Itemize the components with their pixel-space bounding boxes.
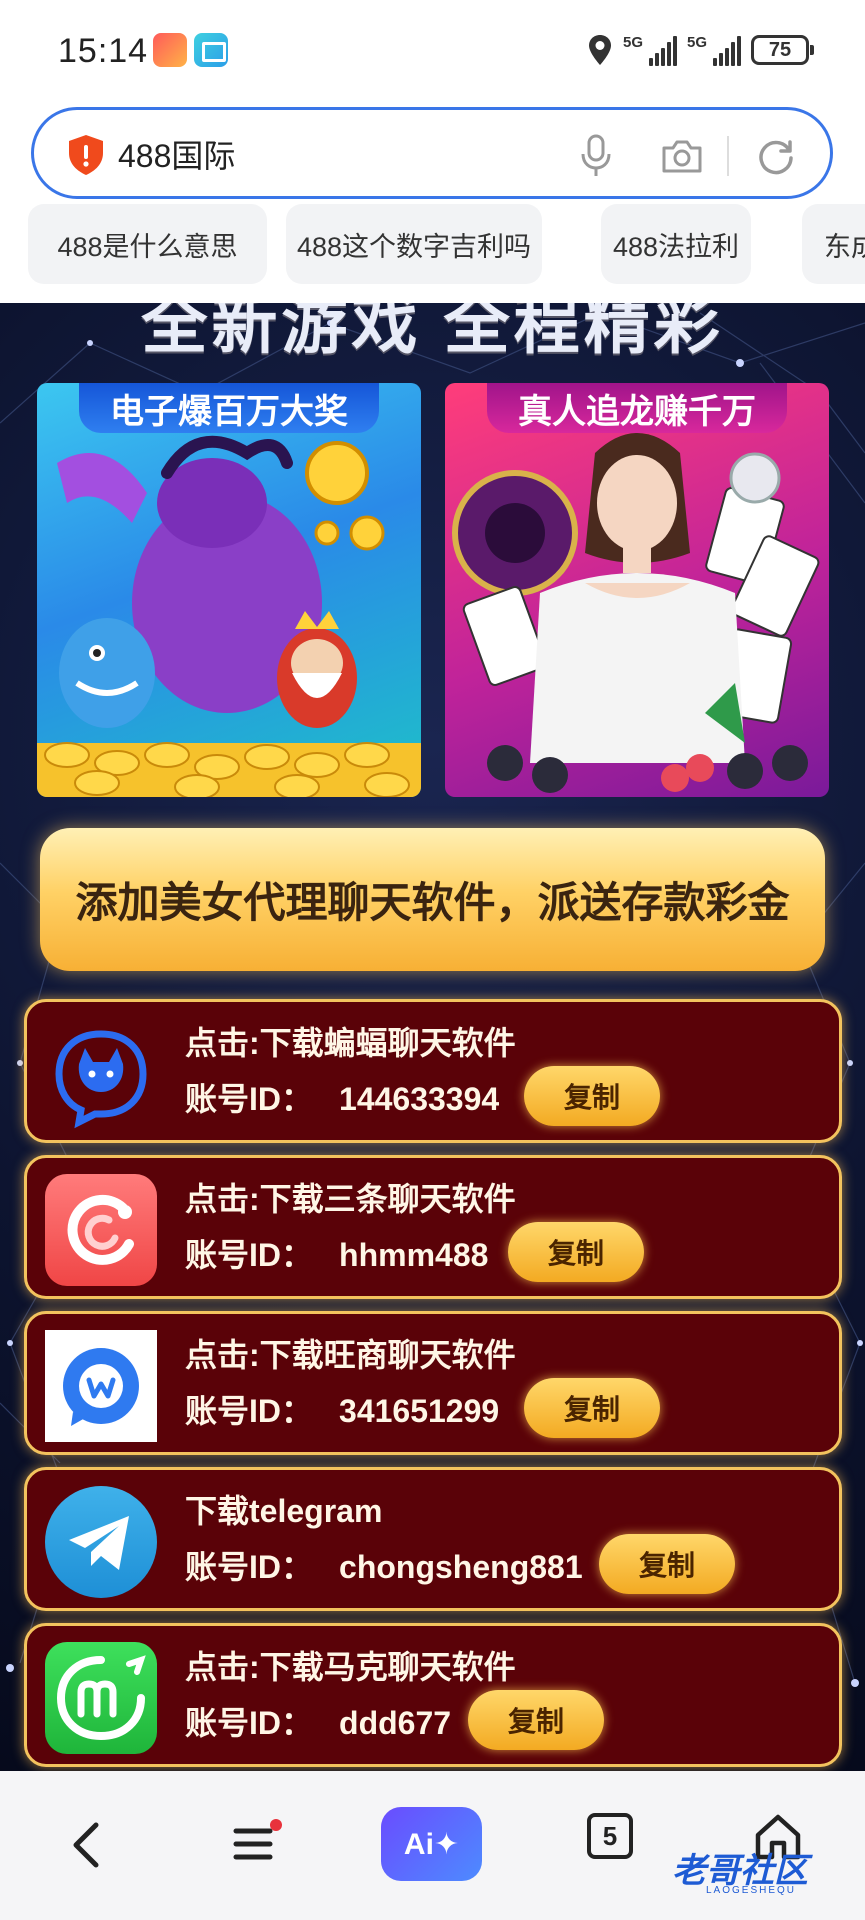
status-indicators: 5G 5G 75 bbox=[587, 34, 814, 66]
menu-icon[interactable] bbox=[232, 1819, 282, 1869]
back-icon[interactable] bbox=[68, 1821, 106, 1869]
search-bar[interactable] bbox=[31, 107, 833, 199]
location-icon bbox=[589, 35, 611, 65]
copy-button[interactable]: 复制 bbox=[508, 1222, 644, 1282]
promo-caption-live-casino: 真人追龙赚千万 bbox=[487, 383, 787, 433]
download-row-bat[interactable]: 点击:下载蝙蝠聊天软件 账号ID： 144633394 复制 bbox=[24, 999, 842, 1143]
promo-card-slots[interactable]: 电子爆百万大奖 bbox=[37, 383, 421, 797]
promo-caption-slots: 电子爆百万大奖 bbox=[79, 383, 379, 433]
signal-strength-2-icon: 5G bbox=[687, 34, 741, 66]
telegram-app-icon bbox=[45, 1486, 157, 1598]
row-account-id: 账号ID： 144633394 bbox=[185, 1081, 500, 1117]
row-account-id: 账号ID： ddd677 bbox=[185, 1705, 452, 1741]
download-row-telegram[interactable]: 下载telegram 账号ID： chongsheng881 复制 bbox=[24, 1467, 842, 1611]
row-title: 点击:下载旺商聊天软件 bbox=[185, 1337, 516, 1373]
bat-app-icon bbox=[45, 1018, 157, 1130]
copy-button[interactable]: 复制 bbox=[524, 1066, 660, 1126]
suggestion-chip[interactable]: 488是什么意思 bbox=[28, 204, 267, 284]
signal-strength-1-icon: 5G bbox=[623, 34, 677, 66]
download-row-make[interactable]: 点击:下载马克聊天软件 账号ID： ddd677 复制 bbox=[24, 1623, 842, 1767]
web-content: 全新游戏 全程精彩 电子爆百万大奖 真人追龙赚千万 添加美女代理聊天软件，派送存… bbox=[0, 303, 865, 1771]
row-account-id: 账号ID： 341651299 bbox=[185, 1393, 500, 1429]
refresh-icon[interactable] bbox=[756, 136, 796, 176]
row-title: 点击:下载马克聊天软件 bbox=[185, 1649, 516, 1685]
row-account-id: 账号ID： hhmm488 bbox=[185, 1237, 489, 1273]
notification-app-icon bbox=[153, 33, 187, 67]
santiao-app-icon bbox=[45, 1174, 157, 1286]
voice-search-icon[interactable] bbox=[578, 134, 614, 178]
browser-bottom-nav: Ai✦ 5 老哥社区 LAOGESHEQU bbox=[0, 1771, 865, 1920]
wangshang-app-icon bbox=[45, 1330, 157, 1442]
live-casino-illustration bbox=[452, 433, 820, 793]
battery-indicator: 75 bbox=[751, 35, 814, 65]
reader-app-icon bbox=[194, 33, 228, 67]
copy-button[interactable]: 复制 bbox=[599, 1534, 735, 1594]
row-account-id: 账号ID： chongsheng881 bbox=[185, 1549, 583, 1585]
search-suggestions: 488是什么意思 488这个数字吉利吗 488法拉利 东成 bbox=[28, 204, 865, 284]
search-input[interactable] bbox=[118, 130, 478, 178]
agent-promo-banner[interactable]: 添加美女代理聊天软件，派送存款彩金 bbox=[40, 828, 825, 971]
search-divider bbox=[727, 136, 729, 176]
copy-button[interactable]: 复制 bbox=[468, 1690, 604, 1750]
slots-illustration bbox=[37, 435, 421, 797]
tabs-button[interactable]: 5 bbox=[587, 1813, 633, 1859]
status-bar: 15:14 5G 5G 75 bbox=[0, 0, 865, 100]
download-row-santiao[interactable]: 点击:下载三条聊天软件 账号ID： hhmm488 复制 bbox=[24, 1155, 842, 1299]
copy-button[interactable]: 复制 bbox=[524, 1378, 660, 1438]
row-title: 点击:下载蝙蝠聊天软件 bbox=[185, 1025, 516, 1061]
camera-search-icon[interactable] bbox=[660, 138, 704, 174]
row-title: 下载telegram bbox=[185, 1493, 383, 1529]
ai-assistant-button[interactable]: Ai✦ bbox=[381, 1807, 482, 1881]
security-shield-icon bbox=[69, 135, 103, 175]
make-app-icon bbox=[45, 1642, 157, 1754]
suggestion-chip[interactable]: 488这个数字吉利吗 bbox=[286, 204, 542, 284]
promo-card-live-casino[interactable]: 真人追龙赚千万 bbox=[445, 383, 829, 797]
watermark-subtitle: LAOGESHEQU bbox=[706, 1885, 797, 1896]
suggestion-chip[interactable]: 488法拉利 bbox=[601, 204, 751, 284]
row-title: 点击:下载三条聊天软件 bbox=[185, 1181, 516, 1217]
suggestion-chip[interactable]: 东成 bbox=[802, 204, 865, 284]
status-time: 15:14 bbox=[58, 32, 149, 70]
download-row-wangshang[interactable]: 点击:下载旺商聊天软件 账号ID： 341651299 复制 bbox=[24, 1311, 842, 1455]
banner-title: 全新游戏 全程精彩 bbox=[141, 303, 724, 361]
